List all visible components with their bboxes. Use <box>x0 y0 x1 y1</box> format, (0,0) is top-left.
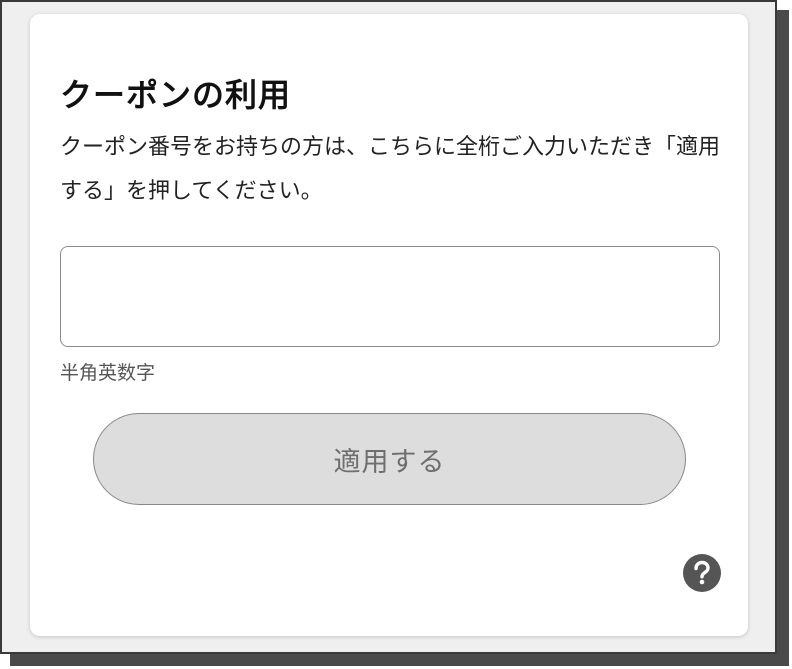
coupon-description: クーポン番号をお持ちの方は、こちらに全桁ご入力いただき「適用する」を押してくださ… <box>60 135 721 204</box>
coupon-code-input[interactable] <box>60 246 720 347</box>
apply-button[interactable]: 適用する <box>93 413 686 505</box>
help-button[interactable] <box>683 554 721 592</box>
coupon-card: クーポンの利用 クーポン番号をお持ちの方は、こちらに全桁ご入力いただき「適用する… <box>30 14 748 636</box>
frame-shadow <box>777 10 789 666</box>
coupon-title: クーポンの利用 <box>60 76 292 114</box>
input-hint: 半角英数字 <box>60 362 156 384</box>
frame-shadow <box>10 654 789 666</box>
question-circle-icon <box>694 560 710 585</box>
